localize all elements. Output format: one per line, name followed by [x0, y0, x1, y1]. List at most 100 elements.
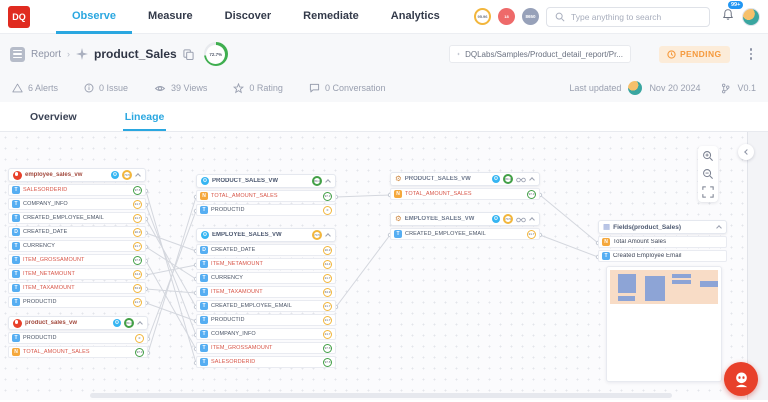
user-avatar[interactable]: [742, 8, 760, 26]
canvas-zoom-toolbar: [698, 146, 718, 202]
nav-item-remediate[interactable]: Remediate: [287, 0, 375, 34]
quality-score-ring[interactable]: 72.7%: [204, 42, 228, 66]
column-name: ITEM_TAXAMOUNT: [211, 289, 320, 295]
zoom-in-button[interactable]: [701, 149, 715, 163]
dq-assistant-button[interactable]: [724, 362, 758, 396]
column-row[interactable]: TITEM_TAXAMOUNT63.9: [8, 282, 146, 294]
nav-item-discover[interactable]: Discover: [209, 0, 287, 34]
column-row[interactable]: TPRODUCTID0: [196, 204, 336, 216]
score-ring-badge: 21.7: [323, 302, 332, 311]
views-stat[interactable]: 39 Views: [154, 83, 207, 93]
asset-path-pill[interactable]: DQLabs/Samples/Product_detail_report/Pr.…: [449, 45, 631, 63]
zoom-out-button[interactable]: [701, 167, 715, 181]
node-header[interactable]: product_sales_vw⚙80.4: [8, 316, 148, 330]
column-row[interactable]: TCREATED_EMPLOYEE_EMAIL21.7: [196, 300, 336, 312]
column-row[interactable]: TCreated Employee Email: [598, 250, 727, 262]
quality-score-badge[interactable]: 95.96: [474, 8, 491, 25]
dq-logo[interactable]: DQ: [8, 6, 30, 28]
column-row[interactable]: TCOMPANY_INFO21.7: [196, 328, 336, 340]
column-row[interactable]: NTOTAL_AMOUNT_SALES97.3: [390, 188, 540, 200]
chevron-up-icon: [529, 177, 535, 183]
column-row[interactable]: NTOTAL_AMOUNT_SALES97.3: [196, 190, 336, 202]
column-row[interactable]: TITEM_NETAMOUNT44.4: [8, 268, 146, 280]
column-row[interactable]: TCURRENCY21.7: [8, 240, 146, 252]
column-row[interactable]: TITEM_NETAMOUNT44.4: [196, 258, 336, 270]
column-row[interactable]: NTotal Amount Sales: [598, 236, 727, 248]
copy-icon[interactable]: [183, 49, 194, 60]
column-type-icon: T: [602, 252, 610, 260]
score-ring-badge: 63.9: [323, 288, 332, 297]
horizontal-scrollbar[interactable]: [90, 393, 672, 398]
last-updated-date: Nov 20 2024: [649, 83, 700, 93]
assets-count-badge[interactable]: 8650: [522, 8, 539, 25]
node-title: product_sales_vw: [25, 320, 110, 326]
alerts-stat[interactable]: 6 Alerts: [12, 83, 58, 93]
tab-overview[interactable]: Overview: [28, 111, 79, 131]
nav-right-cluster: 95.96 18 8650 Type anything to search 99…: [474, 7, 760, 27]
notifications-button[interactable]: 99+: [721, 7, 735, 27]
score-ring-badge: 21.7: [323, 330, 332, 339]
rating-stat[interactable]: 0 Rating: [233, 83, 283, 94]
column-name: PRODUCTID: [211, 317, 320, 323]
global-search-input[interactable]: Type anything to search: [546, 7, 710, 27]
issue-info-icon: [84, 83, 94, 93]
report-preview-card[interactable]: [606, 266, 722, 382]
node-header[interactable]: employee_sales_vw⚙70.5: [8, 168, 146, 182]
column-row[interactable]: TPRODUCTID21.7: [8, 296, 146, 308]
chevron-up-icon: [325, 233, 331, 239]
column-row[interactable]: TCREATED_EMPLOYEE_EMAIL21.7: [390, 228, 540, 240]
column-row[interactable]: DCREATED_DATE20.3: [8, 226, 146, 238]
column-type-icon: T: [12, 270, 20, 278]
column-row[interactable]: TITEM_GROSSAMOUNT97.6: [8, 254, 146, 266]
issues-stat[interactable]: 0 Issue: [84, 83, 128, 93]
column-row[interactable]: TSALESORDERID97.6: [8, 184, 146, 196]
dqlabs-app: DQ Observe Measure Discover Remediate An…: [0, 0, 768, 402]
node-title: PRODUCT_SALES_VW: [212, 178, 309, 184]
score-ring-badge: 20.3: [133, 228, 142, 237]
nav-item-analytics[interactable]: Analytics: [375, 0, 456, 34]
column-row[interactable]: TSALESORDERID97.6: [196, 356, 336, 368]
lineage-canvas[interactable]: employee_sales_vw⚙70.5 TSALESORDERID97.6 T…: [0, 132, 768, 400]
node-title: PRODUCT_SALES_VW: [405, 176, 489, 182]
column-row[interactable]: TCURRENCY21.7: [196, 272, 336, 284]
score-ring-badge: 97.3: [527, 190, 536, 199]
node-header[interactable]: ⚙EMPLOYEE_SALES_VW70.5: [196, 228, 336, 242]
bell-icon: [721, 7, 735, 22]
column-row[interactable]: TITEM_GROSSAMOUNT97.6: [196, 342, 336, 354]
score-ring-badge: 0: [323, 206, 332, 215]
updater-avatar[interactable]: [628, 81, 642, 95]
column-row[interactable]: TITEM_TAXAMOUNT63.9: [196, 286, 336, 298]
detail-tabs: Overview Lineage: [0, 102, 768, 132]
alerts-count-badge[interactable]: 18: [498, 8, 515, 25]
column-row[interactable]: TPRODUCTID21.7: [196, 314, 336, 326]
version-label[interactable]: V0.1: [737, 83, 756, 93]
node-header[interactable]: ▦Fields(product_Sales): [598, 220, 727, 234]
nav-item-observe[interactable]: Observe: [56, 0, 132, 34]
conversation-stat[interactable]: 0 Conversation: [309, 83, 386, 93]
column-row[interactable]: DCREATED_DATE20.3: [196, 244, 336, 256]
node-header[interactable]: ⚙PRODUCT_SALES_VW⚙80.4: [390, 172, 540, 186]
column-row[interactable]: TCOMPANY_INFO21.7: [8, 198, 146, 210]
fit-view-button[interactable]: [701, 185, 715, 199]
column-row[interactable]: TPRODUCTID0: [8, 332, 148, 344]
node-header[interactable]: ⚙EMPLOYEE_SALES_VW⚙70.5: [390, 212, 540, 226]
panel-collapse-button[interactable]: [738, 144, 754, 160]
column-row[interactable]: TCREATED_EMPLOYEE_EMAIL21.7: [8, 212, 146, 224]
page-title: product_Sales: [94, 47, 177, 61]
chevron-up-icon: [137, 321, 143, 327]
chevron-up-icon: [529, 217, 535, 223]
nav-item-measure[interactable]: Measure: [132, 0, 209, 34]
tab-lineage[interactable]: Lineage: [123, 111, 167, 131]
gear-circle-icon: ⚙: [113, 319, 121, 327]
zoom-out-icon: [702, 168, 714, 180]
breadcrumb-root[interactable]: Report: [31, 49, 61, 60]
column-row[interactable]: NTOTAL_AMOUNT_SALES97.3: [8, 346, 148, 358]
lineage-edge: [146, 289, 196, 293]
column-type-icon: N: [12, 348, 20, 356]
more-options-button[interactable]: [744, 45, 759, 63]
lineage-edge: [146, 265, 196, 275]
status-badge[interactable]: PENDING: [659, 46, 730, 63]
node-title: employee_sales_vw: [25, 172, 108, 178]
node-header[interactable]: ⚙PRODUCT_SALES_VW80.4: [196, 174, 336, 188]
column-name: CREATED_EMPLOYEE_EMAIL: [23, 215, 130, 221]
